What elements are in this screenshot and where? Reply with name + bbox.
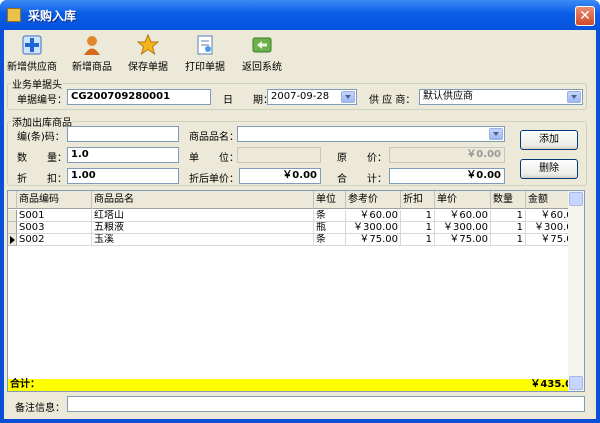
discounted-price-input[interactable]: ￥0.00: [239, 168, 321, 184]
grid-cell[interactable]: ￥75.00: [346, 234, 401, 246]
quantity-input[interactable]: 1.0: [67, 147, 179, 163]
unit-label: 单 位：: [189, 153, 239, 164]
grid-total-label: 合计：: [10, 379, 40, 390]
current-row-indicator-icon: [10, 236, 15, 244]
remark-label: 备注信息：: [15, 403, 65, 414]
grid-cell[interactable]: ￥300.00: [435, 222, 491, 234]
add-product-button[interactable]: 新增商品: [66, 34, 118, 76]
discounted-price-label: 折后单价：: [189, 174, 239, 185]
grid-cell[interactable]: ￥60.00: [435, 210, 491, 222]
grid-cell[interactable]: 玉溪: [92, 234, 314, 246]
grid-vertical-scrollbar[interactable]: [568, 191, 584, 391]
doc-no-field[interactable]: CG200709280001: [67, 89, 211, 105]
grid-cell[interactable]: S001: [17, 210, 92, 222]
row-header[interactable]: [8, 210, 17, 222]
add-product-icon: [84, 36, 100, 55]
grid-cell[interactable]: 1: [491, 210, 526, 222]
remark-input[interactable]: [67, 396, 585, 412]
items-grid[interactable]: 商品编码 商品品名 单位 参考价 折扣 单价 数量 金额 S001 红塔山条 ￥60.00 1 ￥60…: [7, 190, 585, 392]
date-label: 日 期：: [223, 95, 273, 106]
grid-cell[interactable]: 瓶: [314, 222, 346, 234]
column-header[interactable]: 商品编码: [17, 191, 92, 209]
grid-cell[interactable]: 五粮液: [92, 222, 314, 234]
grid-cell[interactable]: ￥60.00: [346, 210, 401, 222]
window-icon: [7, 8, 21, 22]
chevron-down-icon[interactable]: [567, 91, 581, 103]
grid-cell[interactable]: 1: [401, 234, 435, 246]
doc-no-label: 单据编号：: [17, 95, 67, 106]
original-price-field: ￥0.00: [389, 147, 505, 163]
scroll-down-arrow-icon[interactable]: [569, 376, 583, 390]
column-header[interactable]: 单位: [314, 191, 346, 209]
print-document-button[interactable]: 打印单据: [179, 34, 231, 76]
product-name-label: 商品品名：: [189, 132, 239, 143]
grid-corner-header: [8, 191, 17, 209]
toolbar-label: 新增商品: [72, 62, 112, 73]
column-header[interactable]: 数量: [491, 191, 526, 209]
toolbar-label: 新增供应商: [7, 62, 57, 73]
app-window: 采购入库 ✕ 新增供应商 新增商品 保存单据 打印单据 返回系统 业务单据头 单…: [0, 0, 600, 423]
toolbar-label: 保存单据: [128, 62, 168, 73]
supplier-select[interactable]: 默认供应商: [419, 89, 583, 105]
code-input[interactable]: [67, 126, 179, 142]
line-total-field[interactable]: ￥0.00: [389, 168, 505, 184]
grid-cell[interactable]: S002: [17, 234, 92, 246]
row-header[interactable]: [8, 234, 17, 246]
discount-label: 折 扣：: [17, 174, 67, 185]
document-header-legend: 业务单据头: [12, 80, 62, 91]
column-header[interactable]: 参考价: [346, 191, 401, 209]
unit-field: [237, 147, 321, 163]
toolbar-label: 打印单据: [185, 62, 225, 73]
return-system-button[interactable]: 返回系统: [234, 34, 290, 76]
chevron-down-icon[interactable]: [489, 128, 503, 140]
grid-cell[interactable]: 1: [491, 222, 526, 234]
grid-cell[interactable]: 条: [314, 210, 346, 222]
original-price-label: 原 价：: [337, 153, 387, 164]
code-label: 编(条)码：: [17, 132, 65, 143]
grid-cell[interactable]: S003: [17, 222, 92, 234]
product-name-select[interactable]: [237, 126, 505, 142]
print-document-icon: [197, 35, 213, 55]
supplier-label: 供 应 商：: [369, 95, 416, 106]
grid-cell[interactable]: 1: [491, 234, 526, 246]
scroll-up-arrow-icon[interactable]: [569, 192, 583, 206]
save-document-button[interactable]: 保存单据: [122, 34, 174, 76]
grid-cell[interactable]: 红塔山: [92, 210, 314, 222]
add-item-legend: 添加出库商品: [12, 118, 72, 129]
grid-cell[interactable]: 1: [401, 210, 435, 222]
column-header[interactable]: 商品品名: [92, 191, 314, 209]
delete-item-button[interactable]: 删除: [520, 159, 578, 179]
grid-cell[interactable]: ￥75.00: [435, 234, 491, 246]
toolbar-label: 返回系统: [242, 62, 282, 73]
chevron-down-icon[interactable]: [341, 91, 355, 103]
add-item-button[interactable]: 添加: [520, 130, 578, 150]
discount-input[interactable]: 1.00: [67, 168, 179, 184]
grid-cell[interactable]: 1: [401, 222, 435, 234]
grid-total-bar: 合计： ￥435.00: [8, 379, 582, 391]
date-value: 2007-09-28: [271, 91, 330, 102]
column-header[interactable]: 单价: [435, 191, 491, 209]
title-bar[interactable]: 采购入库 ✕: [0, 0, 600, 30]
return-system-icon: [252, 37, 272, 53]
quantity-label: 数 量：: [17, 153, 67, 164]
save-document-icon: [137, 34, 159, 56]
supplier-value: 默认供应商: [423, 91, 473, 102]
line-total-label: 合 计：: [337, 174, 387, 185]
row-header[interactable]: [8, 222, 17, 234]
client-area: 新增供应商 新增商品 保存单据 打印单据 返回系统 业务单据头 单据编号： CG…: [4, 30, 596, 419]
close-button[interactable]: ✕: [575, 6, 595, 26]
add-supplier-icon: [22, 35, 42, 55]
add-supplier-button[interactable]: 新增供应商: [4, 34, 60, 76]
column-header[interactable]: 折扣: [401, 191, 435, 209]
grid-cell[interactable]: ￥300.00: [346, 222, 401, 234]
date-picker[interactable]: 2007-09-28: [267, 89, 357, 105]
grid-cell[interactable]: 条: [314, 234, 346, 246]
window-title: 采购入库: [28, 9, 77, 23]
